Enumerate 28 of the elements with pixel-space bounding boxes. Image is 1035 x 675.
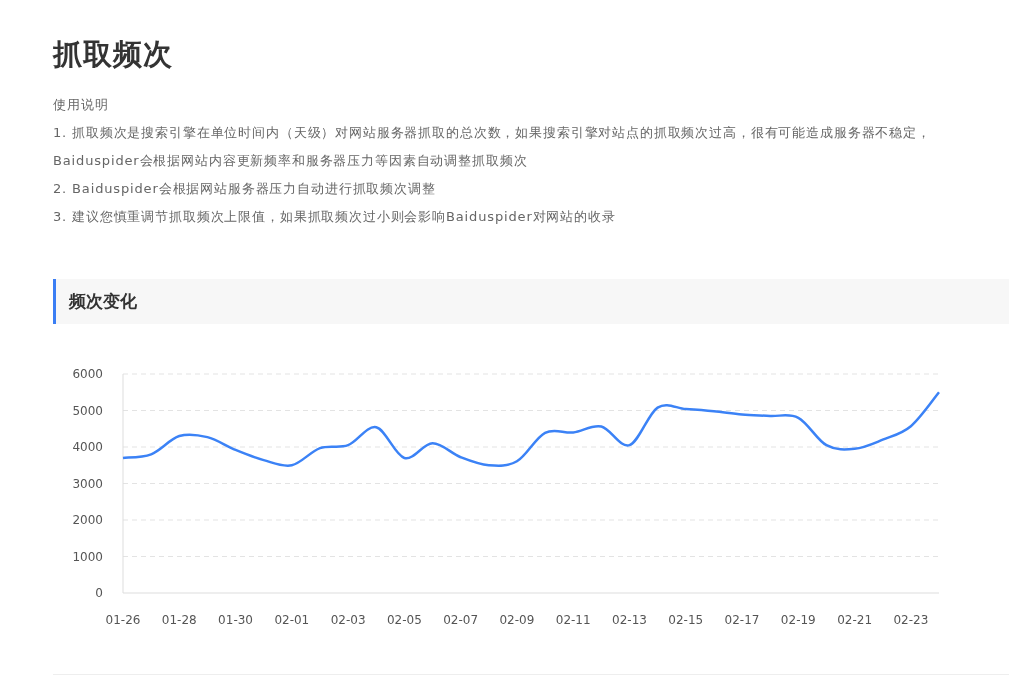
x-axis-label: 01-26 xyxy=(105,613,141,627)
page-title: 抓取频次 xyxy=(53,36,174,72)
y-axis-label: 1000 xyxy=(72,549,103,564)
y-axis-label: 0 xyxy=(95,586,103,600)
x-axis-label: 02-15 xyxy=(668,613,704,627)
x-axis-label: 02-07 xyxy=(443,613,479,627)
x-axis-label: 02-13 xyxy=(612,613,647,627)
instructions-heading: 使用说明 xyxy=(53,96,110,114)
x-axis-label: 02-05 xyxy=(386,613,422,627)
instruction-text: 2. Baiduspider会根据网站服务器压力自动进行抓取频次调整 xyxy=(53,180,437,198)
y-axis-label: 4000 xyxy=(72,440,103,454)
x-axis-label: 01-30 xyxy=(218,613,253,627)
y-axis-label: 5000 xyxy=(72,403,103,418)
instruction-text: 3. 建议您慎重调节抓取频次上限值，如果抓取频次过小则会影响Baiduspider对网站的收录 xyxy=(53,208,617,226)
x-axis-label: 02-19 xyxy=(780,613,816,627)
y-axis-label: 2000 xyxy=(72,513,103,527)
section-title: 频次变化 xyxy=(69,290,137,313)
x-axis-label: 02-11 xyxy=(555,613,591,627)
x-axis-label: 02-03 xyxy=(330,613,366,627)
x-axis-label: 02-23 xyxy=(893,613,929,627)
x-axis-label: 01-28 xyxy=(161,613,197,627)
instruction-text: 1. 抓取频次是搜索引擎在单位时间内（天级）对网站服务器抓取的总次数，如果搜索引擎对站点的抓取频次过高，很有可能造成服务器不稳定，Baiduspider会根据网站内容更新频率和服务器压力等因素自动调整抓取频次 xyxy=(53,124,932,170)
x-axis-label: 02-09 xyxy=(499,613,535,627)
x-axis-label: 02-17 xyxy=(724,613,760,627)
y-axis-label: 3000 xyxy=(72,476,103,491)
x-axis-label: 02-21 xyxy=(837,613,872,627)
x-axis-label: 02-01 xyxy=(274,613,310,627)
y-axis-label: 6000 xyxy=(72,367,103,381)
